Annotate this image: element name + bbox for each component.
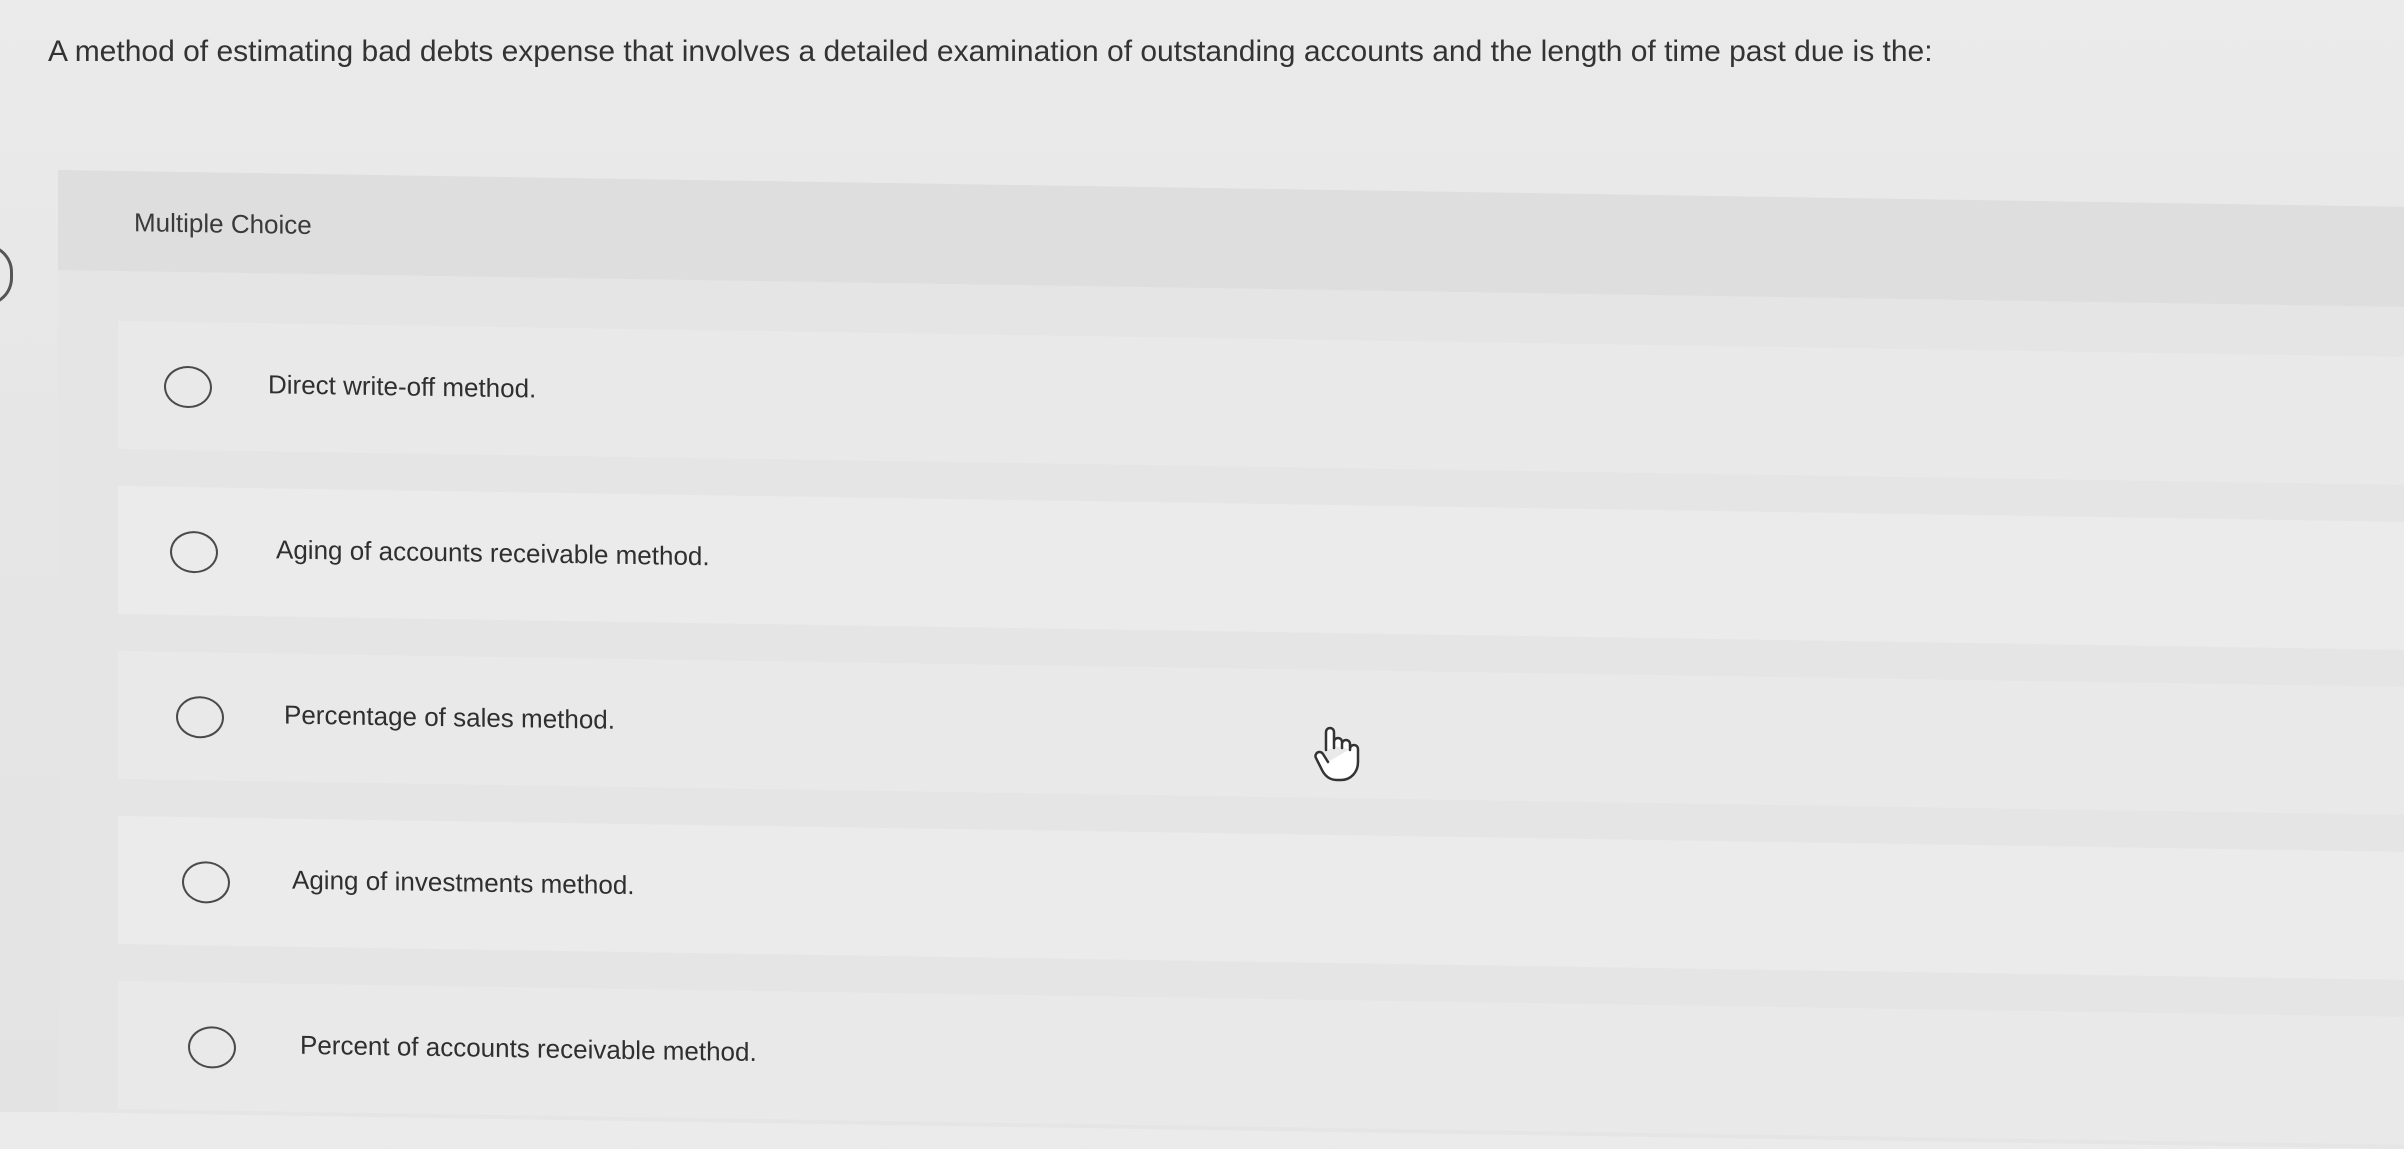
option-label: Aging of accounts receivable method.: [276, 534, 710, 572]
answer-panel: Multiple Choice Direct write-off method.…: [58, 170, 2404, 1149]
option-label: Percent of accounts receivable method.: [300, 1029, 757, 1067]
radio-unselected-icon[interactable]: [182, 860, 230, 904]
option-label: Direct write-off method.: [268, 369, 537, 404]
option-label: Percentage of sales method.: [284, 699, 615, 735]
option-percentage-of-sales[interactable]: Percentage of sales method.: [118, 650, 2404, 816]
question-text: A method of estimating bad debts expense…: [48, 35, 1933, 68]
radio-unselected-icon[interactable]: [188, 1026, 236, 1069]
hand-pointer-icon: [1314, 726, 1360, 782]
radio-unselected-icon[interactable]: [170, 530, 218, 574]
left-edge-bracket: [0, 244, 13, 306]
multiple-choice-label: Multiple Choice: [134, 207, 312, 240]
option-direct-write-off[interactable]: Direct write-off method.: [118, 320, 2404, 486]
radio-unselected-icon[interactable]: [176, 695, 224, 739]
option-percent-of-accounts-receivable[interactable]: Percent of accounts receivable method.: [118, 980, 2404, 1146]
option-aging-of-investments[interactable]: Aging of investments method.: [118, 815, 2404, 981]
answer-panel-header: Multiple Choice: [58, 170, 2404, 307]
option-label: Aging of investments method.: [292, 864, 635, 901]
radio-unselected-icon[interactable]: [164, 365, 212, 409]
option-aging-accounts-receivable[interactable]: Aging of accounts receivable method.: [118, 485, 2404, 651]
